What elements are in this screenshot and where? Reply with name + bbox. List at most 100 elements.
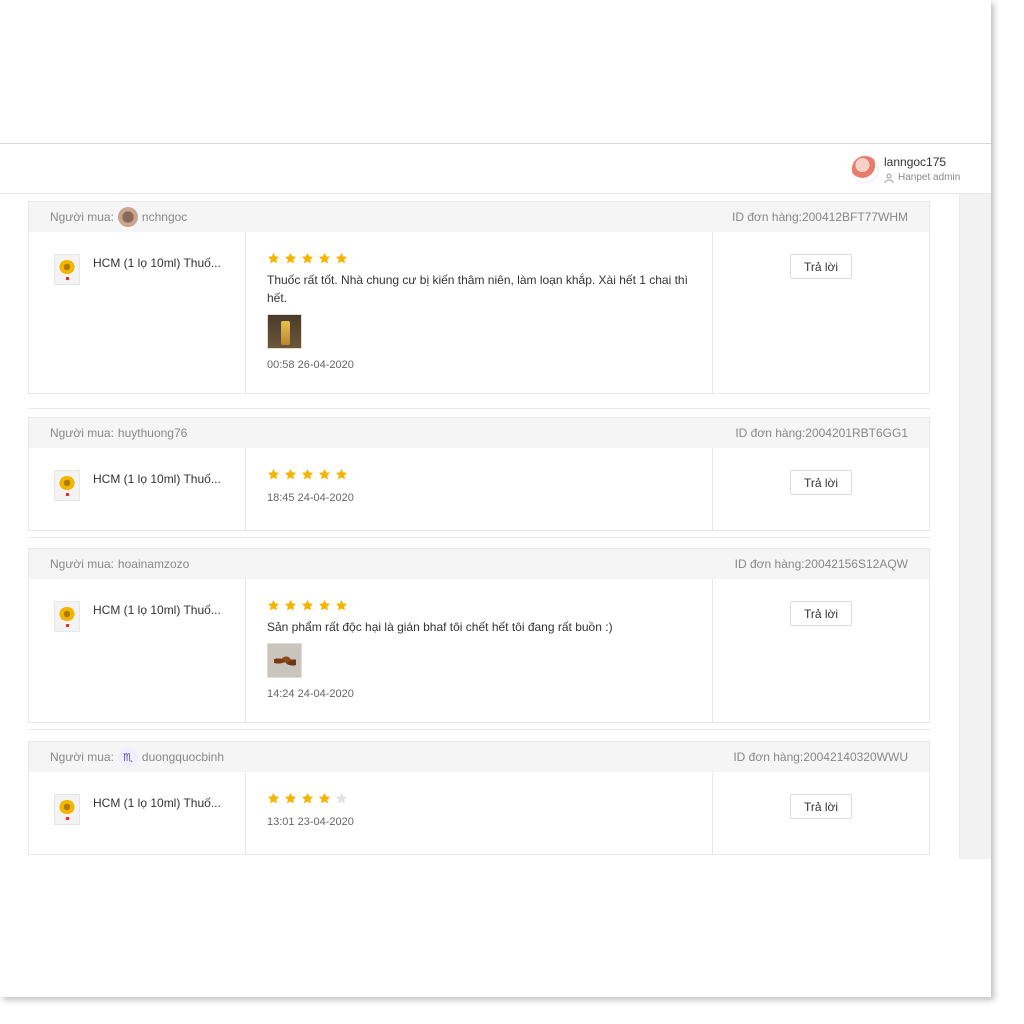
- action-cell: Trả lời: [713, 448, 929, 530]
- buyer-info: Người mua: hoainamzozo: [50, 557, 189, 571]
- reply-button[interactable]: Trả lời: [790, 794, 852, 819]
- star-icon: [284, 252, 297, 264]
- review-content: Sản phẩm rất độc hại là gián bhaf tôi ch…: [246, 579, 713, 722]
- star-icon: [335, 468, 348, 480]
- person-icon: [884, 173, 894, 183]
- buyer-name[interactable]: huythuong76: [118, 426, 187, 440]
- star-icon: [318, 599, 331, 611]
- star-icon: [318, 792, 331, 804]
- review-body: HCM (1 lọ 10ml) Thuố... Thuốc rất tốt. N…: [29, 232, 929, 393]
- order-id-label: ID đơn hàng:: [733, 750, 804, 764]
- buyer-avatar: [117, 207, 138, 227]
- buyer-name[interactable]: nchngoc: [142, 210, 187, 224]
- reply-button[interactable]: Trả lời: [790, 601, 852, 626]
- review-photo[interactable]: [267, 314, 302, 349]
- buyer-label: Người mua:: [50, 210, 114, 224]
- star-icon: [267, 468, 280, 480]
- user-menu[interactable]: lanngoc175 Hanpet admin: [848, 152, 988, 188]
- review-header: Người mua: ♏ duongquocbinh ID đơn hàng:20…: [29, 742, 929, 772]
- user-role-label: Hanpet admin: [898, 172, 961, 183]
- review-time: 14:24 24-04-2020: [267, 688, 354, 700]
- order-id: ID đơn hàng:20042140320WWU: [733, 750, 908, 764]
- order-id: ID đơn hàng:200412BFT77WHM: [732, 210, 908, 224]
- star-icon: [267, 252, 280, 264]
- buyer-info: Người mua: nchngoc: [50, 207, 187, 227]
- review-header: Người mua: huythuong76 ID đơn hàng:20042…: [29, 418, 929, 448]
- order-id-label: ID đơn hàng:: [732, 210, 802, 224]
- action-cell: Trả lời: [713, 232, 929, 393]
- product-thumbnail[interactable]: [54, 470, 80, 501]
- buyer-label: Người mua:: [50, 426, 114, 440]
- product-cell: HCM (1 lọ 10ml) Thuố...: [29, 772, 246, 854]
- review-header: Người mua: hoainamzozo ID đơn hàng:20042…: [29, 549, 929, 579]
- review-time: 00:58 26-04-2020: [267, 359, 354, 371]
- rating-stars: [267, 792, 692, 806]
- product-name[interactable]: HCM (1 lọ 10ml) Thuố...: [93, 256, 221, 393]
- review-text: Sản phẩm rất độc hại là gián bhaf tôi ch…: [267, 620, 613, 634]
- review-content: 13:01 23-04-2020: [246, 772, 713, 854]
- review-body: HCM (1 lọ 10ml) Thuố... Sản phẩm rất độc…: [29, 579, 929, 722]
- reply-button[interactable]: Trả lời: [790, 470, 852, 495]
- review-time: 13:01 23-04-2020: [267, 816, 354, 828]
- star-icon: [301, 468, 314, 480]
- review-content: Thuốc rất tốt. Nhà chung cư bị kiến thâm…: [246, 232, 713, 393]
- review-time: 18:45 24-04-2020: [267, 492, 354, 504]
- reply-button[interactable]: Trả lời: [790, 254, 852, 279]
- order-id: ID đơn hàng:2004201RBT6GG1: [735, 426, 908, 440]
- product-thumbnail[interactable]: [54, 254, 80, 285]
- review-photo[interactable]: [267, 643, 302, 678]
- star-icon: [335, 252, 348, 264]
- rating-stars: [267, 599, 692, 613]
- product-cell: HCM (1 lọ 10ml) Thuố...: [29, 448, 246, 530]
- star-icon: [284, 599, 297, 611]
- order-id-value[interactable]: 20042156S12AQW: [805, 557, 908, 571]
- order-id-value[interactable]: 2004201RBT6GG1: [805, 426, 908, 440]
- product-name[interactable]: HCM (1 lọ 10ml) Thuố...: [93, 472, 221, 530]
- order-id-label: ID đơn hàng:: [734, 557, 805, 571]
- star-icon: [335, 792, 348, 804]
- star-icon: [284, 468, 297, 480]
- action-cell: Trả lời: [713, 772, 929, 854]
- buyer-label: Người mua:: [50, 750, 114, 764]
- review-body: HCM (1 lọ 10ml) Thuố... 13:01 23-04-2020…: [29, 772, 929, 854]
- star-icon: [301, 599, 314, 611]
- product-name[interactable]: HCM (1 lọ 10ml) Thuố...: [93, 603, 221, 722]
- order-id-value[interactable]: 20042140320WWU: [803, 750, 908, 764]
- vertical-scrollbar[interactable]: [959, 194, 991, 859]
- order-id-value[interactable]: 200412BFT77WHM: [802, 210, 908, 224]
- action-cell: Trả lời: [713, 579, 929, 722]
- star-icon: [284, 792, 297, 804]
- star-icon: [301, 252, 314, 264]
- buyer-name[interactable]: duongquocbinh: [142, 750, 224, 764]
- divider: [28, 729, 930, 730]
- star-icon: [318, 252, 331, 264]
- review-card: Người mua: nchngoc ID đơn hàng:200412BFT…: [28, 201, 930, 394]
- buyer-label: Người mua:: [50, 557, 114, 571]
- review-card: Người mua: ♏ duongquocbinh ID đơn hàng:20…: [28, 741, 930, 855]
- scorpio-icon: ♏: [117, 747, 138, 767]
- buyer-name[interactable]: hoainamzozo: [118, 557, 189, 571]
- user-avatar: [851, 155, 879, 183]
- order-id-label: ID đơn hàng:: [735, 426, 806, 440]
- divider: [28, 537, 930, 538]
- review-text: Thuốc rất tốt. Nhà chung cư bị kiến thâm…: [267, 273, 688, 305]
- buyer-info: Người mua: huythuong76: [50, 426, 187, 440]
- review-card: Người mua: huythuong76 ID đơn hàng:20042…: [28, 417, 930, 531]
- product-thumbnail[interactable]: [54, 794, 80, 825]
- top-bar: lanngoc175 Hanpet admin: [0, 143, 991, 194]
- rating-stars: [267, 468, 692, 482]
- reviews-list: Người mua: nchngoc ID đơn hàng:200412BFT…: [0, 194, 991, 859]
- user-role: Hanpet admin: [884, 172, 960, 183]
- app-window: lanngoc175 Hanpet admin Người mua: nchng…: [0, 0, 991, 997]
- divider: [28, 408, 930, 409]
- review-header: Người mua: nchngoc ID đơn hàng:200412BFT…: [29, 202, 929, 232]
- product-cell: HCM (1 lọ 10ml) Thuố...: [29, 579, 246, 722]
- star-icon: [301, 792, 314, 804]
- product-thumbnail[interactable]: [54, 601, 80, 632]
- product-cell: HCM (1 lọ 10ml) Thuố...: [29, 232, 246, 393]
- star-icon: [267, 599, 280, 611]
- star-icon: [335, 599, 348, 611]
- star-icon: [318, 468, 331, 480]
- product-name[interactable]: HCM (1 lọ 10ml) Thuố...: [93, 796, 221, 854]
- buyer-info: Người mua: ♏ duongquocbinh: [50, 747, 224, 767]
